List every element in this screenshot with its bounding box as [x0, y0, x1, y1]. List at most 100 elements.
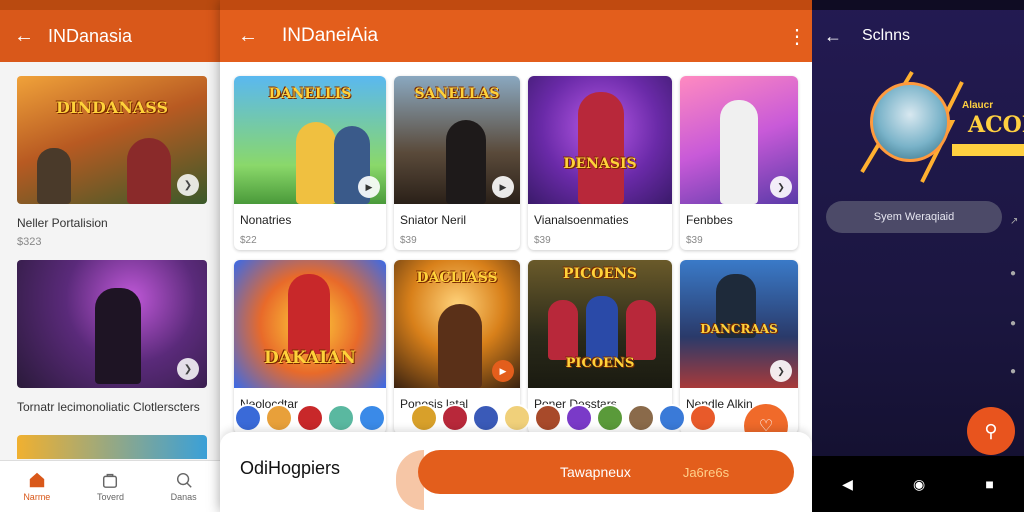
home-circle-icon[interactable]: ◉: [913, 476, 925, 493]
game-price: $22: [240, 235, 257, 246]
game-name: Tornatr lecimonoliatic Clotlerscters: [17, 400, 200, 414]
system-nav-bar: ◀ ◉ ■: [812, 456, 1024, 512]
banner-stripe: [952, 144, 1024, 156]
bottom-nav: Narme Toverd Danas: [0, 460, 220, 512]
right-panel: ← Sclnns Alaucr ACOK Syem Weraqiaid ↗ ● …: [812, 0, 1024, 512]
avatar[interactable]: [265, 404, 293, 432]
character-figure: [95, 288, 141, 384]
arrow-left-icon[interactable]: ←: [824, 26, 862, 47]
game-name: Neller Portalision: [17, 216, 108, 230]
game-card[interactable]: ❯ Tornatr lecimonoliatic Clotlerscters: [17, 260, 207, 415]
avatar[interactable]: [234, 404, 262, 432]
nav-label: Narme: [23, 492, 51, 502]
game-art: ❯: [17, 260, 207, 388]
back-triangle-icon[interactable]: ◀: [842, 476, 853, 493]
play-icon[interactable]: ▶: [492, 176, 514, 198]
character-figure: [578, 92, 624, 204]
side-dot-icon[interactable]: ●: [1010, 318, 1020, 329]
side-arrow-icon[interactable]: ↗: [1010, 216, 1020, 227]
avatar[interactable]: [358, 404, 386, 432]
play-icon[interactable]: ❯: [177, 174, 199, 196]
nav-home[interactable]: Narme: [23, 471, 50, 502]
game-price: $323: [17, 236, 42, 248]
character-figure: [548, 300, 578, 360]
game-art: DENASIS: [528, 76, 672, 204]
game-name: Sniator Neril: [400, 213, 467, 227]
art-title: DANELLIS: [268, 86, 352, 102]
home-icon: [29, 472, 45, 488]
nav-label: Danas: [170, 492, 197, 502]
nav-danas[interactable]: Danas: [171, 471, 197, 502]
art-title: SANELLAS: [414, 86, 500, 102]
side-dot-icon[interactable]: ●: [1010, 366, 1020, 377]
avatar[interactable]: [596, 404, 624, 432]
game-card[interactable]: DANELLIS ▶ Nonatries $22: [234, 76, 386, 250]
game-price: $39: [534, 235, 551, 246]
avatar[interactable]: [627, 404, 655, 432]
arrow-left-icon[interactable]: ←: [14, 25, 48, 48]
game-price: $39: [686, 235, 703, 246]
screenshot-stage: ← INDanasia DINDANASS ❯ Neller Portalisi…: [0, 0, 1024, 512]
game-card[interactable]: ❯ Fenbbes $39: [680, 76, 798, 250]
play-icon[interactable]: ❯: [177, 358, 199, 380]
more-vertical-icon[interactable]: ⋮: [782, 24, 812, 49]
character-figure: [296, 122, 336, 204]
game-name: Fenbbes: [686, 213, 733, 227]
app-title: Sclnns: [862, 27, 911, 44]
play-icon[interactable]: ▶: [358, 176, 380, 198]
game-art: DANCRAAS ❯: [680, 260, 798, 388]
avatar[interactable]: [327, 404, 355, 432]
play-icon[interactable]: ❯: [770, 176, 792, 198]
avatar[interactable]: [503, 404, 531, 432]
avatar[interactable]: [658, 404, 686, 432]
game-art: DANELLIS ▶: [234, 76, 386, 204]
nav-label: Toverd: [96, 492, 124, 502]
character-figure: [127, 138, 171, 204]
primary-action-button[interactable]: Tawapneux Ja6re6s: [418, 450, 794, 494]
sheet-title: OdiHogpiers: [240, 458, 341, 478]
avatar[interactable]: [410, 404, 438, 432]
character-figure: [37, 148, 71, 204]
game-art-peek: [17, 435, 207, 459]
avatar[interactable]: [296, 404, 324, 432]
app-title: INDaneiAia: [282, 25, 379, 46]
game-art: DINDANASS ❯: [17, 76, 207, 204]
game-name: Vianalsoenmaties: [534, 213, 629, 227]
game-card[interactable]: DENASIS Vianalsoenmaties $39: [528, 76, 672, 250]
character-figure: [720, 100, 758, 204]
art-title: DINDANASS: [55, 98, 169, 117]
arrow-left-icon[interactable]: ←: [238, 25, 282, 48]
action-pill-button[interactable]: Syem Weraqiaid: [826, 201, 1002, 233]
game-art: DAKAIAN: [234, 260, 386, 388]
character-figure: [438, 304, 482, 388]
character-figure: [626, 300, 656, 360]
avatar[interactable]: [565, 404, 593, 432]
avatar[interactable]: [534, 404, 562, 432]
art-title: PICOENS: [563, 266, 637, 282]
app-title: INDanasia: [48, 25, 133, 46]
art-title: DENASIS: [563, 156, 637, 172]
button-sublabel: Ja6re6s: [682, 464, 730, 480]
banner-line-1: Alaucr: [962, 100, 994, 111]
play-icon[interactable]: ▶: [492, 360, 514, 382]
chat-bubble-icon[interactable]: ⚲: [967, 407, 1015, 455]
search-icon: [176, 472, 192, 488]
recents-square-icon[interactable]: ■: [985, 476, 993, 492]
game-card[interactable]: SANELLAS ▶ Sniator Neril $39: [394, 76, 520, 250]
banner-line-2: ACOK: [968, 112, 1024, 138]
avatar[interactable]: [441, 404, 469, 432]
profile-avatar[interactable]: [870, 82, 950, 162]
play-icon[interactable]: ❯: [770, 360, 792, 382]
avatar[interactable]: [689, 404, 717, 432]
game-art: PICOENS PICOENS: [528, 260, 672, 388]
nav-toverd[interactable]: Toverd: [97, 471, 124, 502]
game-name: Nonatries: [240, 213, 292, 227]
bottom-sheet: OdiHogpiers Tawapneux Ja6re6s: [220, 432, 812, 512]
status-bar: [0, 0, 220, 10]
app-bar: ← INDanasia: [0, 10, 220, 62]
game-card[interactable]: DINDANASS ❯ Neller Portalision $323: [17, 76, 207, 248]
art-title: DACLIASS: [416, 270, 498, 286]
avatar[interactable]: [472, 404, 500, 432]
game-art: DACLIASS ▶: [394, 260, 520, 388]
side-dot-icon[interactable]: ●: [1010, 268, 1020, 279]
